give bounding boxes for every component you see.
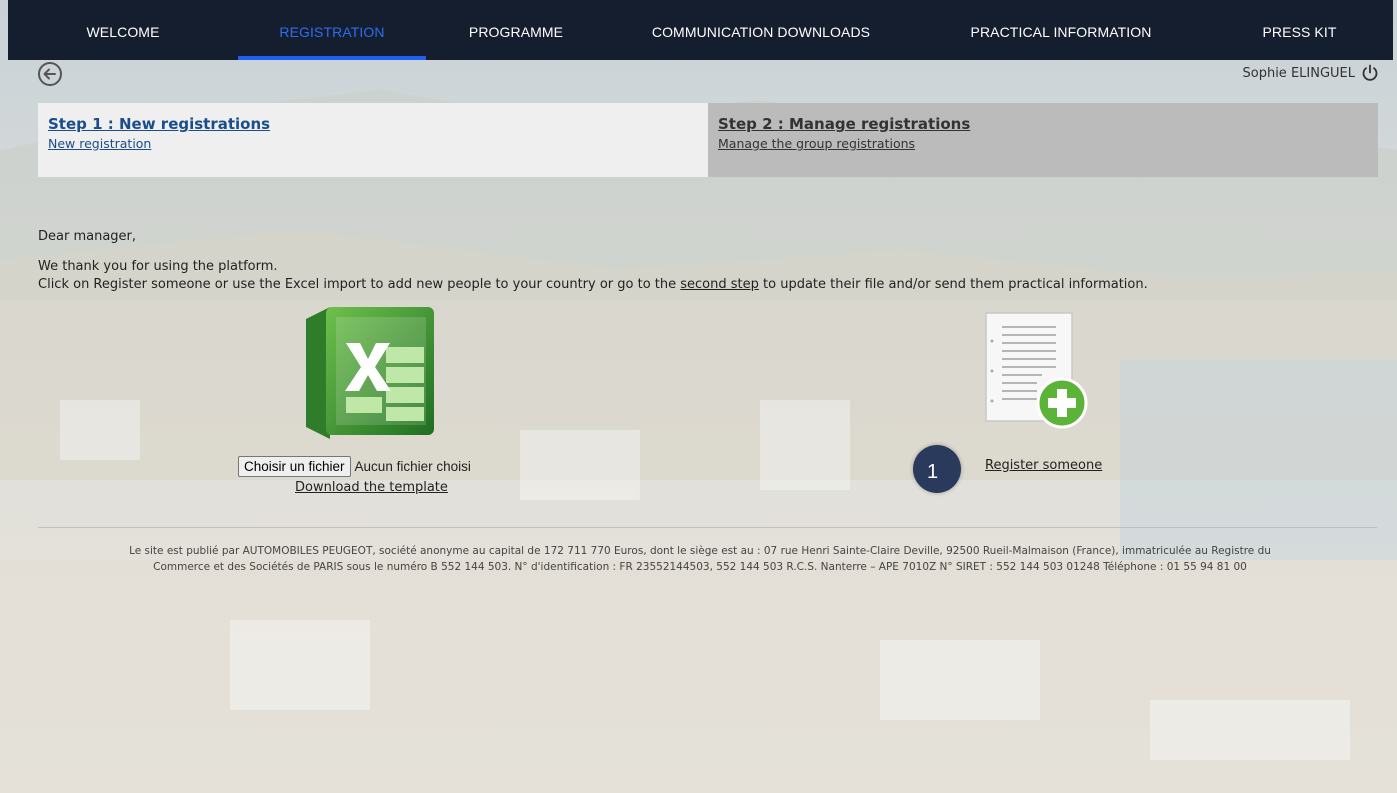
footer-divider <box>38 527 1377 528</box>
nav-programme[interactable]: PROGRAMME <box>426 0 606 60</box>
nav-press-kit[interactable]: PRESS KIT <box>1206 0 1393 60</box>
legal-footer: Le site est publié par AUTOMOBILES PEUGE… <box>45 543 1355 575</box>
file-upload-row: Choisir un fichier Aucun fichier choisi <box>238 456 471 477</box>
user-name: Sophie ELINGUEL <box>1242 65 1356 81</box>
power-icon[interactable] <box>1361 64 1379 82</box>
arrow-left-circle-icon[interactable] <box>37 61 63 87</box>
step-1-title-link[interactable]: Step 1 : New registrations <box>48 115 698 133</box>
file-status: Aucun fichier choisi <box>354 459 471 474</box>
registration-steps: Step 1 : New registrations New registrat… <box>38 103 1378 177</box>
intro-line-1: We thank you for using the platform. <box>38 259 278 274</box>
nav-communication-downloads[interactable]: COMMUNICATION DOWNLOADS <box>606 0 916 60</box>
intro-text: Dear manager, We thank you for using the… <box>38 228 1378 294</box>
greeting: Dear manager, <box>38 229 137 244</box>
manage-group-registrations-link[interactable]: Manage the group registrations <box>718 136 1368 151</box>
new-registration-link[interactable]: New registration <box>48 136 698 151</box>
add-document-icon[interactable] <box>982 311 1092 431</box>
nav-practical-information[interactable]: PRACTICAL INFORMATION <box>916 0 1206 60</box>
second-step-link[interactable]: second step <box>680 277 759 292</box>
top-navigation: WELCOME REGISTRATION PROGRAMME COMMUNICA… <box>8 0 1393 60</box>
step-2-title-link[interactable]: Step 2 : Manage registrations <box>718 115 1368 133</box>
user-area: Sophie ELINGUEL <box>1243 62 1380 84</box>
step-number-badge: 1 <box>913 445 961 493</box>
nav-registration[interactable]: REGISTRATION <box>238 0 426 60</box>
excel-icon <box>306 307 434 439</box>
register-someone-link[interactable]: Register someone <box>985 458 1102 473</box>
footer-line-2: Commerce et des Sociétés de PARIS sous l… <box>153 561 1247 573</box>
nav-welcome[interactable]: WELCOME <box>8 0 238 60</box>
choose-file-button[interactable]: Choisir un fichier <box>238 456 351 477</box>
step-1-panel: Step 1 : New registrations New registrat… <box>38 103 708 177</box>
footer-line-1: Le site est publié par AUTOMOBILES PEUGE… <box>129 545 1271 557</box>
download-template-link[interactable]: Download the template <box>295 480 448 495</box>
step-2-panel: Step 2 : Manage registrations Manage the… <box>708 103 1378 177</box>
intro-line-2: Click on Register someone or use the Exc… <box>38 277 1148 292</box>
